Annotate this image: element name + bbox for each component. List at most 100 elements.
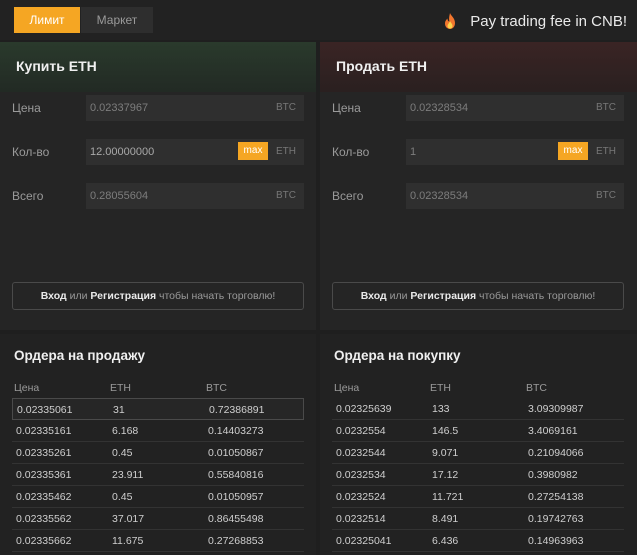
- buy-total-label: Всего: [12, 189, 44, 203]
- sell-max-button[interactable]: max: [558, 142, 588, 160]
- sell-panel-title: Продать ETH: [320, 42, 637, 92]
- sell-amount-label: Кол-во: [332, 145, 370, 159]
- sell-login-link[interactable]: Вход: [361, 290, 387, 302]
- cell-price: 0.0232514: [336, 513, 386, 525]
- table-row[interactable]: 0.0232554 146.5 3.4069161: [332, 420, 624, 442]
- buy-panel-title: Купить ETH: [0, 42, 316, 92]
- col-price: Цена: [334, 382, 360, 394]
- table-row[interactable]: 0.02325041 6.436 0.14963963: [332, 530, 624, 552]
- buy-total-currency: BTC: [276, 190, 296, 201]
- buy-price-label: Цена: [12, 101, 41, 115]
- col-eth: ETH: [110, 382, 131, 394]
- table-row[interactable]: 0.02335562 37.017 0.86455498: [12, 508, 304, 530]
- buy-login-link[interactable]: Вход: [41, 290, 67, 302]
- table-row[interactable]: 0.0232514 8.491 0.19742763: [332, 508, 624, 530]
- cell-btc: 0.14963963: [528, 535, 584, 547]
- buy-orders-header: Цена ETH BTC: [320, 378, 637, 398]
- cell-eth: 146.5: [432, 425, 459, 437]
- sell-price-input[interactable]: [410, 95, 550, 121]
- buy-amount-row: Кол-во max ETH: [0, 139, 316, 165]
- cell-btc: 3.09309987: [528, 403, 584, 415]
- cell-eth: 31: [113, 404, 125, 416]
- cell-price: 0.0232534: [336, 469, 386, 481]
- buy-amount-label: Кол-во: [12, 145, 50, 159]
- sell-price-field[interactable]: BTC: [406, 95, 624, 121]
- cell-price: 0.02335161: [16, 425, 72, 437]
- cell-price: 0.0232524: [336, 491, 386, 503]
- buy-login-prompt: Вход или Регистрация чтобы начать торгов…: [12, 282, 304, 310]
- cell-price: 0.02335361: [16, 469, 72, 481]
- cell-eth: 0.45: [112, 447, 133, 459]
- cell-eth: 0.45: [112, 491, 133, 503]
- sell-amount-currency: ETH: [596, 146, 616, 157]
- buy-register-link[interactable]: Регистрация: [90, 290, 156, 302]
- cell-price: 0.02335562: [16, 513, 72, 525]
- order-type-bar: Лимит Маркет Pay trading fee in CNB!: [0, 0, 637, 40]
- sell-amount-field[interactable]: max ETH: [406, 139, 624, 165]
- buy-total-field[interactable]: BTC: [86, 183, 304, 209]
- buy-orders-panel: Ордера на покупку Цена ETH BTC 0.0232563…: [320, 334, 637, 555]
- sell-orders-title: Ордера на продажу: [14, 348, 146, 363]
- buy-max-button[interactable]: max: [238, 142, 268, 160]
- buy-amount-input[interactable]: [90, 139, 230, 165]
- col-btc: BTC: [206, 382, 227, 394]
- cell-price: 0.02325639: [336, 403, 392, 415]
- tab-limit[interactable]: Лимит: [14, 7, 80, 33]
- cell-btc: 0.21094066: [528, 447, 584, 459]
- col-btc: BTC: [526, 382, 547, 394]
- cell-eth: 37.017: [112, 513, 145, 525]
- sell-total-field[interactable]: BTC: [406, 183, 624, 209]
- cell-eth: 6.436: [432, 535, 459, 547]
- table-row[interactable]: 0.02335462 0.45 0.01050957: [12, 486, 304, 508]
- fire-icon: [445, 13, 456, 29]
- buy-amount-field[interactable]: max ETH: [86, 139, 304, 165]
- cell-btc: 0.27254138: [528, 491, 584, 503]
- table-row[interactable]: 0.0232534 17.12 0.3980982: [332, 464, 624, 486]
- cell-price: 0.02335061: [17, 404, 73, 416]
- table-row[interactable]: 0.02335161 6.168 0.14403273: [12, 420, 304, 442]
- cell-price: 0.02335462: [16, 491, 72, 503]
- fee-text: Pay trading fee in CNB!: [470, 12, 627, 30]
- sell-login-prompt: Вход или Регистрация чтобы начать торгов…: [332, 282, 624, 310]
- cell-eth: 11.721: [432, 491, 464, 503]
- cell-btc: 0.14403273: [208, 425, 264, 437]
- sell-orders-header: Цена ETH BTC: [0, 378, 316, 398]
- tab-market[interactable]: Маркет: [81, 7, 153, 33]
- buy-total-input[interactable]: [90, 183, 230, 209]
- sell-total-row: Всего BTC: [320, 183, 637, 209]
- sell-orders-panel: Ордера на продажу Цена ETH BTC 0.0233506…: [0, 334, 316, 555]
- cell-price: 0.02335261: [16, 447, 72, 459]
- cell-btc: 0.72386891: [209, 404, 265, 416]
- sell-orders-list: 0.02335061 31 0.72386891 0.02335161 6.168 0.1…: [12, 398, 304, 552]
- cell-eth: 11.675: [112, 535, 144, 547]
- buy-price-field[interactable]: BTC: [86, 95, 304, 121]
- fee-promo[interactable]: Pay trading fee in CNB!: [442, 10, 627, 32]
- table-row[interactable]: 0.0232524 11.721 0.27254138: [332, 486, 624, 508]
- table-row[interactable]: 0.0232544 9.071 0.21094066: [332, 442, 624, 464]
- cell-btc: 0.86455498: [208, 513, 264, 525]
- sell-total-input[interactable]: [410, 183, 550, 209]
- buy-price-input[interactable]: [90, 95, 230, 121]
- table-row[interactable]: 0.02335361 23.911 0.55840816: [12, 464, 304, 486]
- table-row[interactable]: 0.02335261 0.45 0.01050867: [12, 442, 304, 464]
- table-row[interactable]: 0.02335662 11.675 0.27268853: [12, 530, 304, 552]
- cell-price: 0.02325041: [336, 535, 392, 547]
- sell-total-label: Всего: [332, 189, 364, 203]
- cell-eth: 8.491: [432, 513, 459, 525]
- buy-price-row: Цена BTC: [0, 95, 316, 121]
- buy-price-currency: BTC: [276, 102, 296, 113]
- table-row[interactable]: 0.02325639 133 3.09309987: [332, 398, 624, 420]
- sell-login-or: или: [389, 290, 408, 302]
- sell-register-link[interactable]: Регистрация: [410, 290, 476, 302]
- sell-amount-input[interactable]: [410, 139, 550, 165]
- table-row[interactable]: 0.02335061 31 0.72386891: [12, 398, 304, 420]
- sell-total-currency: BTC: [596, 190, 616, 201]
- cell-btc: 0.01050867: [208, 447, 264, 459]
- sell-login-suffix: чтобы начать торговлю!: [479, 290, 596, 302]
- buy-panel: Купить ETH Цена BTC Кол-во max ETH Всего…: [0, 42, 316, 330]
- buy-total-row: Всего BTC: [0, 183, 316, 209]
- sell-price-row: Цена BTC: [320, 95, 637, 121]
- cell-eth: 6.168: [112, 425, 139, 437]
- cell-btc: 0.55840816: [208, 469, 264, 481]
- sell-panel: Продать ETH Цена BTC Кол-во max ETH Всег…: [320, 42, 637, 330]
